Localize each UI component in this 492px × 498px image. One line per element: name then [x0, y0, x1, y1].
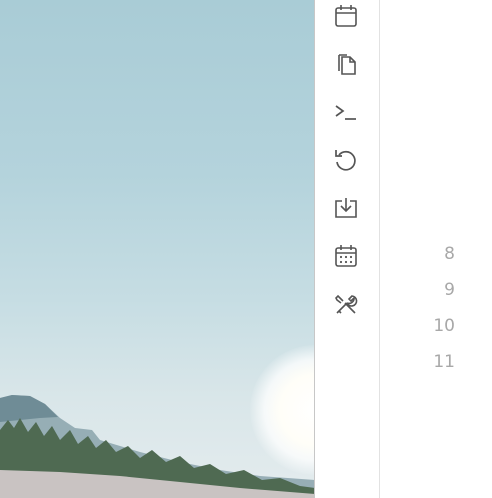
terminal-icon [335, 105, 356, 120]
schedule-button[interactable] [332, 242, 360, 270]
vertical-toolbar [315, 0, 380, 498]
tools-button[interactable] [332, 290, 360, 318]
mountain-landscape [0, 395, 315, 498]
line-number: 11 [433, 352, 455, 372]
line-number: 9 [444, 280, 455, 300]
copy-button[interactable] [332, 50, 360, 78]
download-button[interactable] [332, 194, 360, 222]
tools-icon [335, 294, 358, 314]
calendar-button[interactable] [332, 2, 360, 30]
undo-icon [335, 150, 356, 171]
calendar-grid-icon [335, 245, 357, 267]
undo-button[interactable] [332, 146, 360, 174]
line-number: 10 [433, 316, 455, 336]
line-number: 8 [444, 244, 455, 264]
line-number-gutter: 8 9 10 11 [380, 0, 492, 498]
terminal-button[interactable] [332, 98, 360, 126]
desktop-wallpaper [0, 0, 315, 498]
calendar-icon [335, 5, 357, 27]
download-icon [335, 198, 357, 218]
copy-icon [338, 54, 356, 75]
